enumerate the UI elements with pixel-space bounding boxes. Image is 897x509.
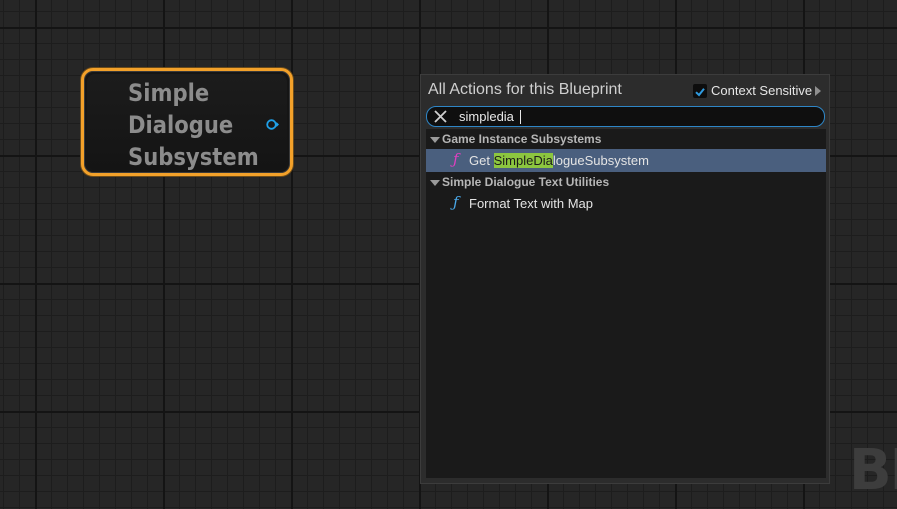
function-icon: ƒ: [453, 150, 459, 168]
action-results-list[interactable]: Game Instance Subsystems ƒ Get SimpleDia…: [426, 129, 826, 478]
node-title-line: Dialogue: [128, 111, 234, 139]
action-label-prefix: Get: [469, 153, 494, 168]
category-label: Game Instance Subsystems: [442, 132, 602, 146]
category-game-instance-subsystems[interactable]: Game Instance Subsystems: [426, 130, 826, 150]
close-icon[interactable]: [433, 109, 448, 124]
simple-dialogue-subsystem-node[interactable]: Simple Dialogue Subsystem: [81, 68, 293, 176]
blueprint-watermark: BL: [849, 438, 897, 503]
action-search-box[interactable]: [426, 106, 825, 127]
action-label: Get SimpleDialogueSubsystem: [469, 153, 649, 168]
category-label: Simple Dialogue Text Utilities: [442, 175, 610, 189]
collapse-triangle-icon[interactable]: [430, 180, 440, 186]
category-simple-dialogue-text-utilities[interactable]: Simple Dialogue Text Utilities: [426, 173, 826, 193]
function-icon: ƒ: [453, 193, 459, 211]
action-label-suffix: logueSubsystem: [552, 153, 649, 168]
node-title-line: Simple: [128, 79, 210, 107]
node-title-line: Subsystem: [128, 143, 259, 171]
object-output-pin-icon[interactable]: [266, 118, 279, 131]
action-search-input[interactable]: [459, 107, 819, 126]
context-sensitive-expand-arrow-icon[interactable]: [815, 86, 821, 96]
collapse-triangle-icon[interactable]: [430, 137, 440, 143]
action-menu-panel: All Actions for this Blueprint Context S…: [420, 74, 830, 484]
context-sensitive-label[interactable]: Context Sensitive: [711, 83, 812, 98]
action-menu-title: All Actions for this Blueprint: [428, 81, 622, 98]
action-label: Format Text with Map: [469, 196, 594, 211]
text-caret: [520, 110, 521, 124]
node-title: Simple Dialogue Subsystem: [128, 77, 259, 173]
blueprint-graph-canvas[interactable]: Simple Dialogue Subsystem All Actions fo…: [0, 0, 897, 509]
search-match-highlight: SimpleDia: [493, 153, 553, 168]
action-get-simple-dialogue-subsystem[interactable]: ƒ Get SimpleDialogueSubsystem: [426, 149, 826, 172]
checkmark-icon: [695, 88, 705, 97]
context-sensitive-checkbox[interactable]: [693, 84, 707, 98]
action-format-text-with-map[interactable]: ƒ Format Text with Map: [426, 192, 826, 215]
